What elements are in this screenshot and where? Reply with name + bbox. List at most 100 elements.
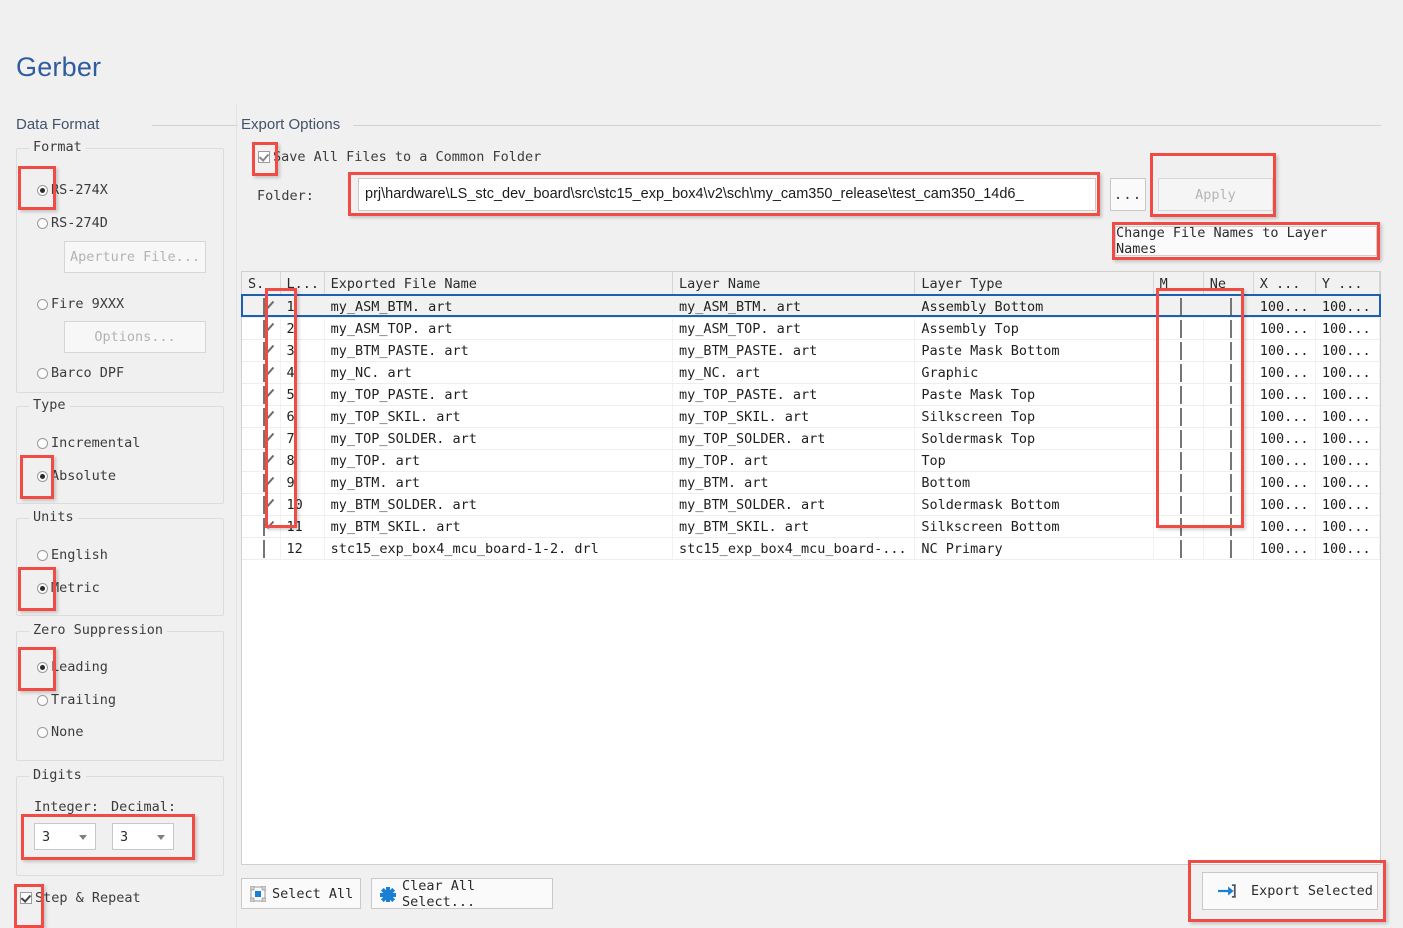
row-m-cell[interactable] bbox=[1153, 449, 1204, 472]
row-select-cell[interactable] bbox=[242, 537, 281, 560]
row-ne-checkbox-icon[interactable] bbox=[1230, 517, 1233, 536]
row-ne-cell[interactable] bbox=[1203, 295, 1254, 318]
radio-trailing[interactable]: Trailing bbox=[37, 692, 116, 708]
row-m-cell[interactable] bbox=[1153, 493, 1204, 516]
row-ne-checkbox-icon[interactable] bbox=[1230, 451, 1233, 470]
row-m-cell[interactable] bbox=[1153, 537, 1204, 560]
row-m-checkbox-icon[interactable] bbox=[1180, 495, 1183, 514]
row-select-checkbox-icon[interactable] bbox=[262, 429, 265, 448]
row-ne-cell[interactable] bbox=[1203, 493, 1254, 516]
aperture-file-button[interactable]: Aperture File... bbox=[64, 241, 206, 273]
radio-english[interactable]: English bbox=[37, 547, 108, 563]
radio-metric[interactable]: Metric bbox=[37, 580, 100, 596]
row-m-cell[interactable] bbox=[1153, 405, 1204, 428]
column-header-select[interactable]: S. bbox=[242, 272, 281, 296]
table-row[interactable]: 7 my_TOP_SOLDER. art my_TOP_SOLDER. art Sol… bbox=[242, 427, 1380, 450]
row-select-cell[interactable] bbox=[242, 383, 281, 406]
row-ne-checkbox-icon[interactable] bbox=[1230, 363, 1233, 382]
row-ne-checkbox-icon[interactable] bbox=[1230, 429, 1233, 448]
row-ne-cell[interactable] bbox=[1203, 449, 1254, 472]
row-m-checkbox-icon[interactable] bbox=[1180, 385, 1183, 404]
row-ne-cell[interactable] bbox=[1203, 537, 1254, 560]
row-select-cell[interactable] bbox=[242, 339, 281, 362]
radio-leading[interactable]: Leading bbox=[37, 659, 108, 675]
table-row[interactable]: 8 my_TOP. art my_TOP. art Top 100... 100... bbox=[242, 449, 1380, 472]
table-row[interactable]: 3 my_BTM_PASTE. art my_BTM_PASTE. art Paste… bbox=[242, 339, 1380, 362]
table-row[interactable]: 2 my_ASM_TOP. art my_ASM_TOP. art Assembly … bbox=[242, 317, 1380, 340]
fire-options-button[interactable]: Options... bbox=[64, 321, 206, 353]
apply-button[interactable]: Apply bbox=[1158, 178, 1273, 211]
radio-rs274d[interactable]: RS-274D bbox=[37, 215, 108, 231]
row-ne-cell[interactable] bbox=[1203, 405, 1254, 428]
column-header-x[interactable]: X ... bbox=[1253, 272, 1316, 296]
row-select-cell[interactable] bbox=[242, 515, 281, 538]
row-select-cell[interactable] bbox=[242, 471, 281, 494]
row-ne-checkbox-icon[interactable] bbox=[1230, 495, 1233, 514]
row-ne-checkbox-icon[interactable] bbox=[1230, 319, 1233, 338]
row-ne-cell[interactable] bbox=[1203, 471, 1254, 494]
clear-all-selection-button[interactable]: Clear All Select... bbox=[371, 878, 553, 910]
column-header-layer-number[interactable]: L... bbox=[280, 272, 325, 296]
row-select-checkbox-icon[interactable] bbox=[262, 363, 265, 382]
row-ne-checkbox-icon[interactable] bbox=[1230, 539, 1233, 558]
browse-folder-button[interactable]: ... bbox=[1110, 178, 1146, 211]
row-m-cell[interactable] bbox=[1153, 361, 1204, 384]
radio-fire9xxx[interactable]: Fire 9XXX bbox=[37, 296, 124, 312]
table-row[interactable]: 12 stc15_exp_box4_mcu_board-1-2. drl stc15… bbox=[242, 537, 1380, 560]
row-m-cell[interactable] bbox=[1153, 515, 1204, 538]
row-m-checkbox-icon[interactable] bbox=[1180, 319, 1183, 338]
row-ne-cell[interactable] bbox=[1203, 317, 1254, 340]
column-header-m[interactable]: M bbox=[1153, 272, 1204, 296]
step-and-repeat-checkbox[interactable]: Step & Repeat bbox=[20, 890, 141, 906]
table-row[interactable]: 1 my_ASM_BTM. art my_ASM_BTM. art Assembly … bbox=[242, 295, 1380, 318]
row-ne-checkbox-icon[interactable] bbox=[1230, 385, 1233, 404]
table-row[interactable]: 4 my_NC. art my_NC. art Graphic 100... 100... bbox=[242, 361, 1380, 384]
row-ne-cell[interactable] bbox=[1203, 339, 1254, 362]
row-m-cell[interactable] bbox=[1153, 295, 1204, 318]
row-m-cell[interactable] bbox=[1153, 427, 1204, 450]
save-all-files-checkbox[interactable]: Save All Files to a Common Folder bbox=[258, 149, 541, 165]
row-ne-checkbox-icon[interactable] bbox=[1230, 473, 1233, 492]
column-header-layer-name[interactable]: Layer Name bbox=[672, 272, 916, 296]
column-header-layer-type[interactable]: Layer Type bbox=[914, 272, 1154, 296]
row-m-checkbox-icon[interactable] bbox=[1180, 363, 1183, 382]
row-select-checkbox-icon[interactable] bbox=[262, 319, 265, 338]
row-select-cell[interactable] bbox=[242, 317, 281, 340]
row-ne-cell[interactable] bbox=[1203, 361, 1254, 384]
row-select-cell[interactable] bbox=[242, 295, 281, 318]
column-header-exported-file-name[interactable]: Exported File Name bbox=[324, 272, 674, 296]
row-m-checkbox-icon[interactable] bbox=[1180, 429, 1183, 448]
decimal-digits-select[interactable]: 3 bbox=[112, 823, 174, 850]
radio-absolute[interactable]: Absolute bbox=[37, 468, 116, 484]
change-file-names-to-layer-names-button[interactable]: Change File Names to Layer Names bbox=[1115, 225, 1377, 257]
row-ne-cell[interactable] bbox=[1203, 427, 1254, 450]
row-select-cell[interactable] bbox=[242, 449, 281, 472]
row-select-checkbox-icon[interactable] bbox=[262, 473, 265, 492]
column-header-ne[interactable]: Ne bbox=[1203, 272, 1254, 296]
row-ne-cell[interactable] bbox=[1203, 383, 1254, 406]
row-select-checkbox-icon[interactable] bbox=[262, 451, 265, 470]
row-select-cell[interactable] bbox=[242, 493, 281, 516]
row-select-checkbox-icon[interactable] bbox=[262, 407, 265, 426]
row-m-checkbox-icon[interactable] bbox=[1180, 451, 1183, 470]
row-select-checkbox-icon[interactable] bbox=[262, 517, 265, 536]
row-ne-checkbox-icon[interactable] bbox=[1230, 297, 1233, 316]
table-row[interactable]: 9 my_BTM. art my_BTM. art Bottom 100... 100..… bbox=[242, 471, 1380, 494]
row-m-checkbox-icon[interactable] bbox=[1180, 341, 1183, 360]
row-select-checkbox-icon[interactable] bbox=[262, 539, 265, 558]
table-row[interactable]: 11 my_BTM_SKIL. art my_BTM_SKIL. art Silksc… bbox=[242, 515, 1380, 538]
integer-digits-select[interactable]: 3 bbox=[34, 823, 96, 850]
row-m-checkbox-icon[interactable] bbox=[1180, 473, 1183, 492]
row-m-cell[interactable] bbox=[1153, 317, 1204, 340]
row-select-cell[interactable] bbox=[242, 427, 281, 450]
row-select-cell[interactable] bbox=[242, 361, 281, 384]
row-select-checkbox-icon[interactable] bbox=[262, 495, 265, 514]
row-m-cell[interactable] bbox=[1153, 471, 1204, 494]
row-m-checkbox-icon[interactable] bbox=[1180, 517, 1183, 536]
radio-none[interactable]: None bbox=[37, 724, 84, 740]
row-select-checkbox-icon[interactable] bbox=[262, 297, 265, 316]
row-ne-checkbox-icon[interactable] bbox=[1230, 407, 1233, 426]
row-m-cell[interactable] bbox=[1153, 383, 1204, 406]
row-m-checkbox-icon[interactable] bbox=[1180, 407, 1183, 426]
select-all-button[interactable]: Select All bbox=[241, 878, 361, 909]
